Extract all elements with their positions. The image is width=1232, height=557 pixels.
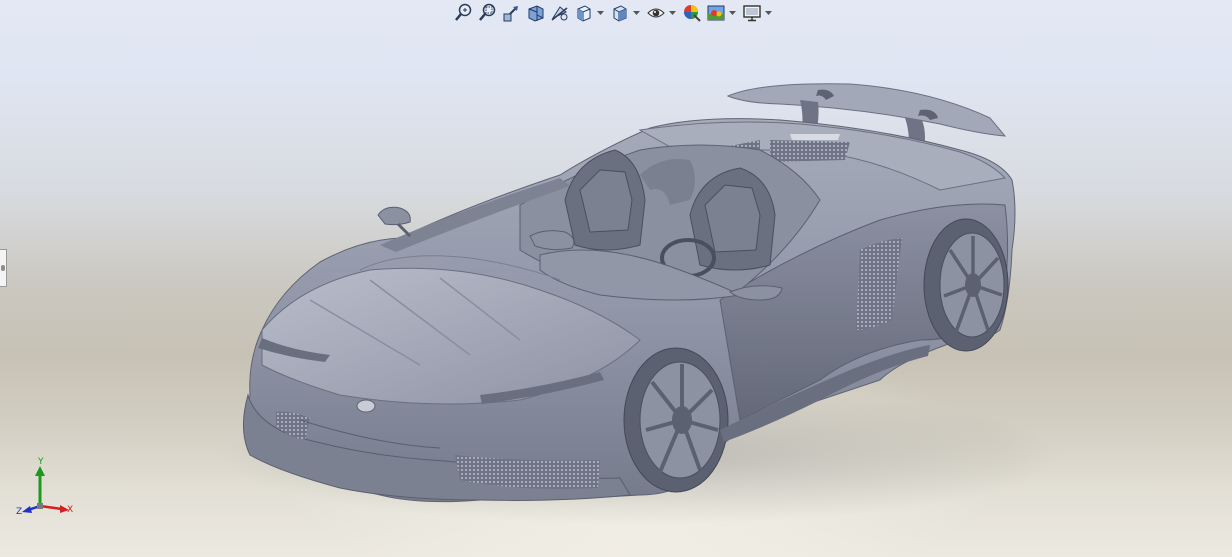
triad-x-label: X bbox=[67, 505, 74, 515]
graphics-area[interactable]: Y X Z bbox=[0, 0, 1232, 557]
triad-y-label: Y bbox=[38, 457, 44, 467]
front-wheel bbox=[623, 347, 729, 493]
left-mirror bbox=[377, 206, 411, 226]
car-model[interactable] bbox=[0, 0, 1232, 557]
engine-vent-right bbox=[770, 140, 850, 162]
center-mirror bbox=[529, 230, 575, 251]
rear-wheel bbox=[923, 218, 1009, 352]
triad-z-label: Z bbox=[16, 507, 23, 517]
badge bbox=[356, 399, 376, 413]
reference-triad[interactable]: Y X Z bbox=[14, 457, 78, 520]
